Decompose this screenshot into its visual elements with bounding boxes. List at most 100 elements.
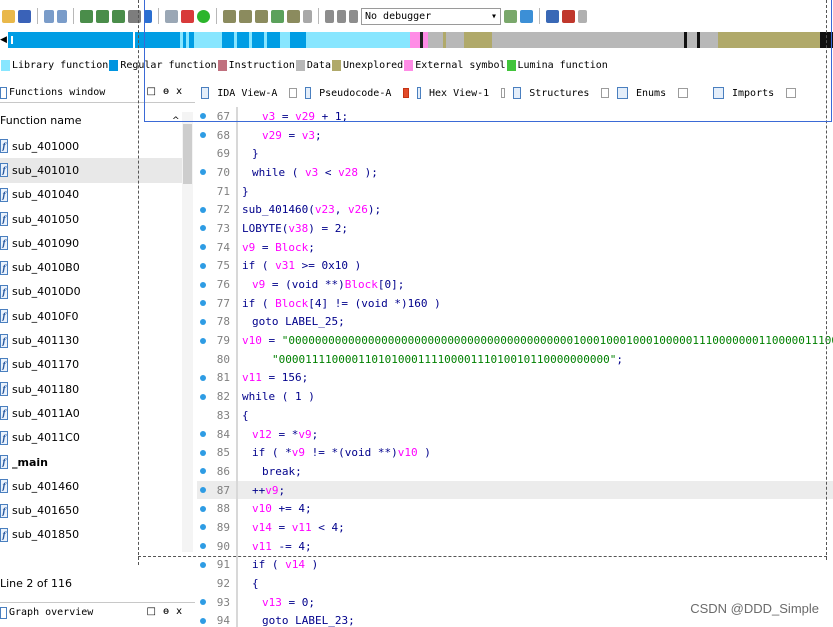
save-icon[interactable]: [18, 9, 31, 23]
arrow-icon[interactable]: [578, 9, 587, 23]
tab-imports[interactable]: Imports: [709, 83, 813, 103]
code-line[interactable]: 73 LOBYTE(v38) = 2;: [197, 219, 833, 238]
code-line[interactable]: 75 if ( v31 >= 0x10 ): [197, 256, 833, 276]
restore-icon[interactable]: □: [147, 86, 163, 97]
graph-icon[interactable]: [181, 9, 194, 23]
tab-close-icon[interactable]: [601, 88, 609, 98]
flag-icon[interactable]: [562, 9, 575, 23]
function-list-item[interactable]: f _main: [0, 450, 182, 474]
code-line[interactable]: 77 if ( Block[4] != (void *)160 ): [197, 293, 833, 313]
hex-icon[interactable]: [165, 9, 178, 23]
debugger-select[interactable]: No debugger ▾: [361, 7, 501, 25]
code-line[interactable]: 88 v10 += 4;: [197, 499, 833, 519]
function-list-item[interactable]: f sub_401040: [0, 183, 182, 207]
scrollbar-thumb[interactable]: [183, 124, 192, 184]
code-line[interactable]: 81 v11 = 156;: [197, 368, 833, 388]
nav-left-arrow-icon[interactable]: ◀: [0, 34, 8, 46]
function-list-item[interactable]: f sub_4010D0: [0, 280, 182, 304]
functions-scrollbar[interactable]: [182, 112, 193, 552]
code-line[interactable]: 76 v9 = (void **)Block[0];: [197, 275, 833, 294]
code-line[interactable]: 92 {: [197, 574, 833, 593]
code-line[interactable]: 69}: [197, 144, 833, 164]
functions-column-header[interactable]: Function name ^: [0, 112, 180, 130]
function-list-item[interactable]: f sub_401170: [0, 353, 182, 377]
code-line[interactable]: 70 while ( v3 < v28 );: [197, 163, 833, 182]
debug-options-icon[interactable]: [504, 9, 517, 23]
function-list-item[interactable]: f sub_401050: [0, 207, 182, 231]
function-list-item[interactable]: f sub_401010: [0, 158, 182, 183]
function-list-item[interactable]: fsub_401990: [0, 547, 182, 550]
plugin-icon[interactable]: [546, 9, 559, 23]
function-list-item[interactable]: f sub_401090: [0, 231, 182, 255]
float-icon[interactable]: ɵ: [163, 606, 176, 617]
download-icon[interactable]: [144, 9, 152, 23]
bookmark-icon[interactable]: [255, 9, 268, 23]
tab-structures[interactable]: Structures: [509, 83, 613, 103]
code-line[interactable]: 74 v9 = Block;: [197, 237, 833, 257]
open-file-icon[interactable]: [2, 9, 15, 23]
code-line[interactable]: 80 "0000111100001101010001111000011101001…: [197, 349, 833, 369]
tab-close-icon[interactable]: [501, 88, 505, 98]
function-list-item[interactable]: f sub_401650: [0, 498, 182, 522]
xrefs-icon[interactable]: [239, 9, 252, 23]
function-list-item[interactable]: f sub_401000: [0, 134, 182, 158]
function-list-item[interactable]: f sub_4011A0: [0, 401, 182, 425]
patch-icon[interactable]: [271, 9, 284, 23]
lumina-icon[interactable]: [197, 9, 210, 23]
function-list-item[interactable]: f sub_401130: [0, 328, 182, 352]
pseudocode-view[interactable]: 67 v3 = v29 + 1; 68 v29 = v3; 69} 70 while ( v…: [197, 107, 833, 627]
close-icon[interactable]: x: [176, 606, 189, 617]
code-line[interactable]: 84 v12 = *v9;: [197, 424, 833, 444]
function-list-item[interactable]: f sub_401850: [0, 523, 182, 547]
code-line[interactable]: 68 v29 = v3;: [197, 125, 833, 145]
pause-icon[interactable]: [337, 9, 346, 23]
line-number: 71: [216, 184, 230, 198]
chart-icon[interactable]: [223, 9, 236, 23]
function-list-item[interactable]: f sub_4011C0: [0, 426, 182, 450]
function-list-item[interactable]: f sub_4010F0: [0, 304, 182, 328]
code-text: if ( v14 ): [252, 558, 319, 572]
tab-close-icon[interactable]: [786, 88, 797, 98]
code-line[interactable]: 82 while ( 1 ): [197, 387, 833, 406]
code-line[interactable]: 85 if ( *v9 != *(void **)v10 ): [197, 443, 833, 463]
function-name: sub_401180: [12, 382, 80, 396]
tab-close-icon[interactable]: [678, 88, 689, 98]
code-line[interactable]: 72 sub_401460(v23, v26);: [197, 200, 833, 220]
tool-icon[interactable]: [287, 9, 300, 23]
code-line[interactable]: 86 break;: [197, 462, 833, 481]
code-line[interactable]: 79 v10 = "0000000000000000000000000000000…: [197, 331, 833, 350]
restore-icon[interactable]: □: [147, 606, 163, 617]
close-x-icon[interactable]: [303, 9, 312, 23]
close-icon[interactable]: x: [176, 86, 189, 97]
tab-ida-view-a[interactable]: IDA View-A: [197, 83, 301, 103]
search-binary-icon[interactable]: [96, 9, 109, 23]
play-icon[interactable]: [325, 9, 334, 23]
forward-icon[interactable]: [57, 9, 67, 23]
search-next-icon[interactable]: [128, 9, 141, 23]
float-icon[interactable]: ɵ: [163, 86, 176, 97]
function-list-item[interactable]: f sub_401180: [0, 377, 182, 401]
back-icon[interactable]: [44, 9, 54, 23]
code-line[interactable]: 83 {: [197, 406, 833, 425]
code-line[interactable]: 78 goto LABEL_25;: [197, 312, 833, 332]
stop-icon[interactable]: [349, 9, 358, 23]
function-list-item[interactable]: f sub_4010B0: [0, 255, 182, 279]
code-line[interactable]: 87 ++v9;: [197, 480, 833, 500]
code-line[interactable]: 91 if ( v14 ): [197, 555, 833, 575]
code-line[interactable]: 71}: [197, 181, 833, 201]
tab-close-icon[interactable]: [289, 88, 297, 98]
function-list-item[interactable]: f sub_401460: [0, 474, 182, 498]
tab-enums[interactable]: Enums: [613, 83, 709, 103]
search-immediate-icon[interactable]: [112, 9, 125, 23]
tab-hex-view-1[interactable]: Hex View-1: [413, 83, 509, 103]
navigation-band[interactable]: [8, 32, 833, 48]
search-text-icon[interactable]: [80, 9, 93, 23]
code-line[interactable]: 90 v11 -= 4;: [197, 536, 833, 556]
code-line[interactable]: 67 v3 = v29 + 1;: [197, 107, 833, 126]
tab-close-icon[interactable]: [403, 88, 409, 98]
tab-pseudocode-a[interactable]: Pseudocode-A: [301, 83, 413, 103]
gutter-divider: [236, 219, 238, 238]
debug-settings-icon[interactable]: [520, 9, 533, 23]
code-text: {: [242, 408, 249, 422]
code-line[interactable]: 89 v14 = v11 < 4;: [197, 518, 833, 537]
